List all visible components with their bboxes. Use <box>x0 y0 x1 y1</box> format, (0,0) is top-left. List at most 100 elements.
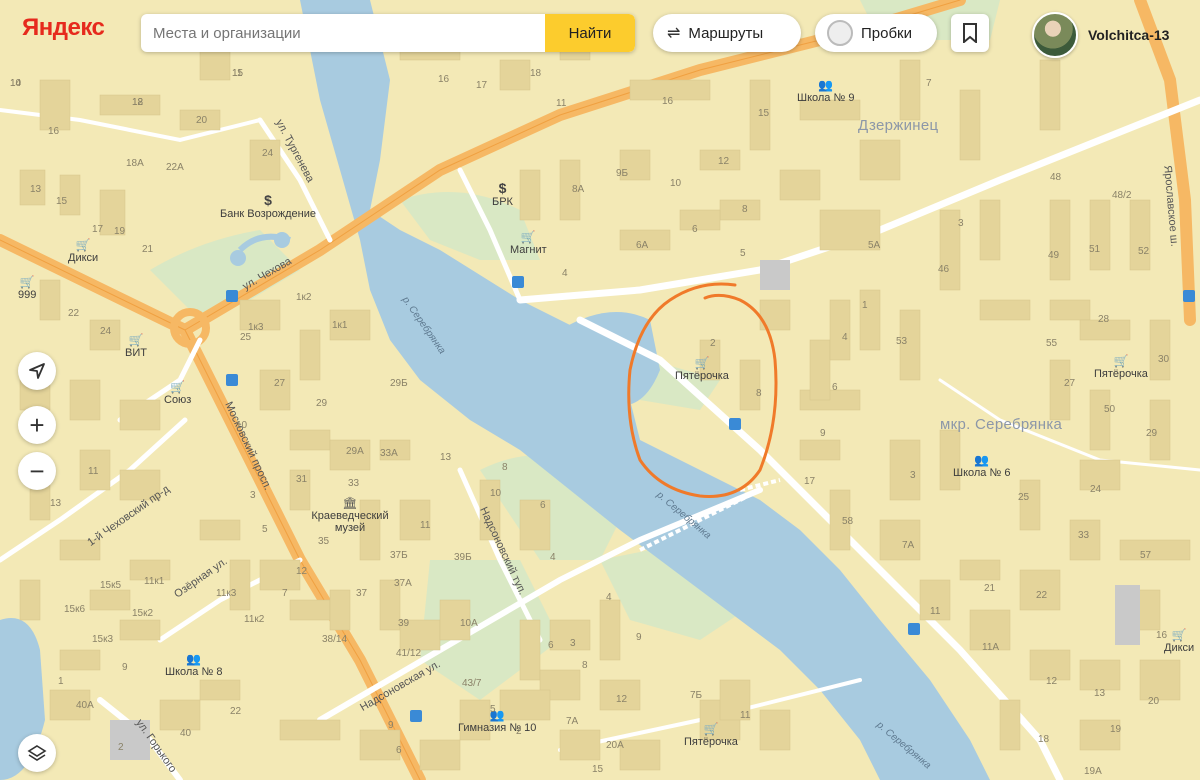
bookmarks-button[interactable] <box>951 14 989 52</box>
house-number: 27 <box>1064 378 1076 389</box>
bookmark-icon <box>963 23 977 43</box>
house-number: 33А <box>380 448 398 459</box>
poi-pyaterochka-2[interactable]: 🛒 Пятёрочка <box>1094 354 1148 380</box>
cart-icon: 🛒 <box>19 275 35 289</box>
house-number: 8 <box>756 388 762 399</box>
house-number: 20 <box>1148 696 1160 707</box>
search-input[interactable] <box>141 14 565 52</box>
house-number: 2 <box>516 726 522 737</box>
school-icon: 👥 <box>818 78 834 92</box>
house-number: 16 <box>438 74 450 85</box>
house-number: 19 <box>1110 724 1122 735</box>
house-number: 9 <box>636 632 642 643</box>
house-number: 10А <box>460 618 478 629</box>
house-number: 37 <box>356 588 368 599</box>
house-number: 11к2 <box>244 614 265 625</box>
house-number: 21 <box>142 244 154 255</box>
cart-icon: 🛒 <box>128 333 144 347</box>
locate-button[interactable] <box>18 352 56 390</box>
house-number: 9 <box>820 428 826 439</box>
house-number: 7Б <box>690 690 703 701</box>
poi-pyaterochka-1[interactable]: 🛒 Пятёрочка <box>675 356 729 382</box>
house-number: 7А <box>566 716 579 727</box>
house-number: 19 <box>114 226 126 237</box>
house-number: 5 <box>740 248 746 259</box>
poi-kraevedchesky-muzey[interactable]: 🏛 Краеведческий музей <box>308 496 392 534</box>
cart-icon: 🛒 <box>1113 354 1129 368</box>
poi-bank-vozrozhdenie[interactable]: $ Банк Возрождение <box>220 192 316 220</box>
museum-icon: 🏛 <box>342 496 358 510</box>
house-number: 13 <box>50 498 62 509</box>
house-number: 11 <box>88 466 99 477</box>
house-number: 13 <box>30 184 42 195</box>
poi-vit[interactable]: 🛒 ВИТ <box>125 333 147 359</box>
house-number: 11 <box>740 710 751 721</box>
house-number: 6А <box>636 240 649 251</box>
house-number: 53 <box>896 336 908 347</box>
house-number: 11 <box>556 98 567 109</box>
poi-gimnaziya-10[interactable]: 👥 Гимназия № 10 <box>458 708 536 734</box>
house-number: 6 <box>540 500 546 511</box>
house-number: 11 <box>930 606 941 617</box>
house-number: 19А <box>1084 766 1102 777</box>
house-number: 15к6 <box>64 604 86 615</box>
house-number: 22А <box>166 162 184 173</box>
house-number: 30 <box>1158 354 1170 365</box>
house-number: 39Б <box>454 552 472 563</box>
poi-soyuz[interactable]: 🛒 Союз <box>164 380 191 406</box>
dollar-icon: $ <box>264 192 272 208</box>
routes-button[interactable]: ⇌ Маршруты <box>653 14 801 52</box>
house-number: 25 <box>1018 492 1030 503</box>
poi-pyaterochka-3[interactable]: 🛒 Пятёрочка <box>684 722 738 748</box>
house-number: 39 <box>398 618 410 629</box>
house-number: 11к3 <box>216 588 237 599</box>
house-number: 29 <box>1146 428 1158 439</box>
house-number: 4 <box>842 332 848 343</box>
poi-999[interactable]: 🛒 999 <box>18 275 36 301</box>
house-number: 24 <box>262 148 274 159</box>
cart-icon: 🛒 <box>694 356 710 370</box>
house-number: 1 <box>862 300 868 311</box>
zoom-in-button[interactable]: + <box>18 406 56 444</box>
house-number: 7 <box>282 588 288 599</box>
house-number: 24 <box>100 326 112 337</box>
house-number: 3 <box>958 218 964 229</box>
traffic-button[interactable]: Пробки <box>815 14 937 52</box>
house-number: 1к1 <box>332 320 348 331</box>
poi-diksi-2[interactable]: 🛒 Дикси <box>1164 628 1194 654</box>
house-number: 15к3 <box>92 634 114 645</box>
poi-shkola-9[interactable]: 👥 Школа № 9 <box>797 78 854 104</box>
house-number: 3 <box>910 470 916 481</box>
house-number: 43/7 <box>462 678 482 689</box>
house-number: 17 <box>92 224 104 235</box>
layers-button[interactable] <box>18 734 56 772</box>
cart-icon: 🛒 <box>703 722 719 736</box>
house-number: 28 <box>1098 314 1110 325</box>
house-number: 15к5 <box>100 580 122 591</box>
house-number: 8 <box>742 204 748 215</box>
poi-shkola-8[interactable]: 👥 Школа № 8 <box>165 652 222 678</box>
house-number: 4 <box>606 592 612 603</box>
house-number: 12 <box>616 694 628 705</box>
house-number: 2 <box>710 338 716 349</box>
search-button[interactable]: Найти <box>545 14 635 52</box>
house-number: 10 <box>236 420 248 431</box>
house-number: 22 <box>230 706 242 717</box>
layers-icon <box>27 745 47 761</box>
zoom-out-button[interactable]: − <box>18 452 56 490</box>
yandex-logo[interactable]: Яндекс <box>22 14 105 42</box>
poi-shkola-6[interactable]: 👥 Школа № 6 <box>953 453 1010 479</box>
house-number: 22 <box>1036 590 1048 601</box>
house-number: 16 <box>1156 630 1168 641</box>
house-number: 3 <box>250 490 256 501</box>
poi-brk[interactable]: $ БРК <box>492 180 513 208</box>
house-number: 10 <box>10 78 22 89</box>
house-number: 11 <box>420 520 431 531</box>
house-number: 12 <box>132 97 144 108</box>
poi-magnit[interactable]: 🛒 Магнит <box>510 230 547 256</box>
poi-diksi[interactable]: 🛒 Дикси <box>68 238 98 264</box>
house-number: 9Б <box>616 168 629 179</box>
house-number: 58 <box>842 516 854 527</box>
user-profile[interactable]: Volchitca-13 <box>1032 12 1169 58</box>
house-number: 29 <box>316 398 328 409</box>
